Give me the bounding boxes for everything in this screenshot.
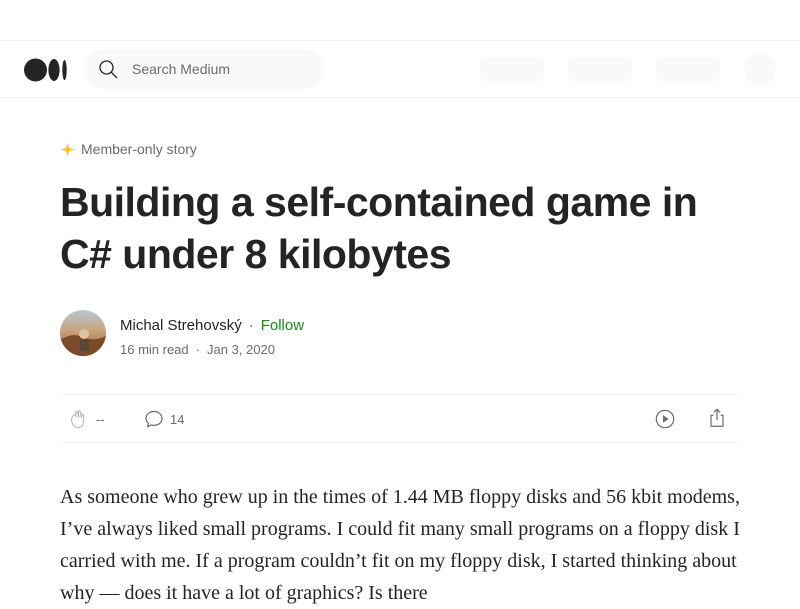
- share-icon[interactable]: [706, 407, 728, 429]
- search-icon: [99, 60, 118, 79]
- nav-placeholder-signin: [656, 57, 720, 81]
- article-title: Building a self-contained game in C# und…: [60, 179, 698, 277]
- nav-avatar-placeholder: [744, 53, 776, 85]
- search-box[interactable]: Search Medium: [84, 49, 324, 89]
- response-count: 14: [170, 412, 185, 427]
- author-photo: [60, 310, 106, 356]
- author-line: Michal Strehovský · Follow: [120, 317, 304, 335]
- separator-dot: ·: [248, 317, 254, 334]
- article-body-paragraph: As someone who grew up in the times of 1…: [60, 486, 740, 604]
- medium-logo-icon[interactable]: [24, 58, 68, 82]
- response-icon[interactable]: [144, 409, 164, 429]
- clap-count: --: [96, 412, 105, 427]
- listen-icon[interactable]: [654, 408, 676, 430]
- search-input[interactable]: Search Medium: [132, 61, 230, 77]
- top-navbar: Search Medium: [0, 41, 800, 98]
- star-icon: [60, 141, 75, 157]
- top-strip: [0, 0, 800, 41]
- author-name[interactable]: Michal Strehovský: [120, 317, 242, 335]
- article-meta: 16 min read · Jan 3, 2020: [120, 342, 275, 358]
- member-only-label: Member-only story: [81, 141, 197, 157]
- nav-placeholder-write: [480, 57, 544, 81]
- publish-date: Jan 3, 2020: [207, 342, 275, 357]
- follow-button[interactable]: Follow: [261, 317, 304, 335]
- action-bar: -- 14: [60, 394, 740, 443]
- author-avatar[interactable]: [60, 310, 106, 356]
- clap-icon[interactable]: [68, 408, 90, 430]
- member-only-badge: Member-only story: [60, 140, 197, 158]
- read-time: 16 min read: [120, 342, 189, 357]
- separator-dot: ·: [195, 342, 200, 357]
- nav-placeholder-signup: [568, 57, 632, 81]
